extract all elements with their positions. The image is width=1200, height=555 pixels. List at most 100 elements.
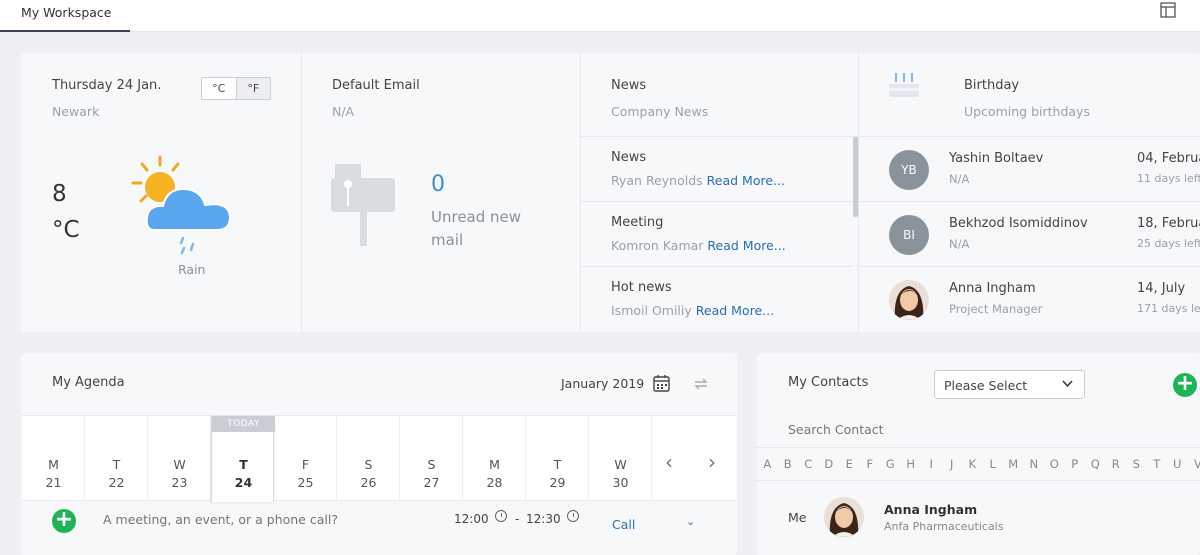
letter-p[interactable]: P (1065, 448, 1086, 480)
news-item-title: Hot news (611, 280, 672, 295)
day-cell[interactable]: M 21 (22, 416, 85, 502)
letter-r[interactable]: R (1106, 448, 1127, 480)
birthday-date: 18, February (1137, 216, 1200, 231)
unit-toggle: °C °F (201, 77, 271, 100)
birthday-days-left: 11 days left (1137, 172, 1200, 185)
letter-v[interactable]: V (1188, 448, 1200, 480)
next-week-chevron-icon[interactable]: › (708, 450, 716, 474)
birthday-cake-icon (889, 73, 919, 97)
day-cell[interactable]: W 23 (148, 416, 211, 502)
temperature-value: 8 (52, 181, 67, 207)
add-agenda-button[interactable]: + (52, 509, 76, 533)
unread-mail-label: Unread new mail (431, 208, 522, 249)
letter-q[interactable]: Q (1085, 448, 1106, 480)
birthday-date: 14, July (1137, 281, 1186, 296)
agenda-title: My Agenda (52, 375, 125, 390)
letter-f[interactable]: F (860, 448, 881, 480)
birthday-subtitle: Upcoming birthdays (964, 104, 1090, 119)
add-contact-button[interactable]: + (1173, 373, 1197, 397)
news-item-author: Ryan Reynolds (611, 173, 703, 188)
alphabet-filter: A B C D E F G H I J K L M N O P Q R S T … (757, 447, 1200, 481)
me-name[interactable]: Anna Ingham (884, 502, 977, 517)
layout-icon[interactable] (1160, 2, 1176, 18)
day-cell[interactable]: W 30 (589, 416, 652, 502)
agenda-input[interactable] (103, 512, 423, 527)
avatar: BI (889, 215, 929, 255)
letter-a[interactable]: A (757, 448, 778, 480)
birthday-days-left: 25 days left (1137, 237, 1200, 250)
news-scrollbar[interactable] (853, 137, 858, 217)
mailbox-icon (331, 164, 395, 246)
read-more-link[interactable]: Read More... (707, 173, 785, 188)
letter-i[interactable]: I (921, 448, 942, 480)
top-bar: My Workspace (0, 0, 1200, 32)
letter-e[interactable]: E (839, 448, 860, 480)
day-cell[interactable]: T 22 (85, 416, 148, 502)
search-contact-input[interactable] (788, 422, 1168, 437)
celsius-button[interactable]: °C (202, 78, 237, 99)
event-type-select[interactable]: Call ⌄ (612, 515, 700, 532)
letter-s[interactable]: S (1126, 448, 1147, 480)
news-item-author: Komron Kamar (611, 238, 704, 253)
day-cell[interactable]: F 25 (274, 416, 337, 502)
day-cell-today[interactable]: TODAY T 24 (211, 416, 275, 502)
birthday-row[interactable]: YB Yashin Boltaev N/A 04, February 11 da… (859, 137, 1200, 202)
letter-b[interactable]: B (778, 448, 799, 480)
day-cell[interactable]: S 26 (337, 416, 400, 502)
day-cell[interactable]: M 28 (463, 416, 526, 502)
temperature: 8 °C (52, 176, 80, 248)
me-label: Me (788, 510, 807, 525)
end-clock-icon[interactable] (567, 510, 579, 522)
calendar-icon[interactable] (653, 374, 670, 392)
tab-my-workspace[interactable]: My Workspace (0, 0, 130, 32)
read-more-link[interactable]: Read More... (696, 303, 774, 318)
agenda-month: January 2019 (561, 376, 645, 391)
start-time[interactable]: 12:00 (454, 512, 489, 526)
letter-l[interactable]: L (983, 448, 1004, 480)
birthday-role: N/A (949, 237, 970, 251)
refresh-icon[interactable] (692, 375, 710, 393)
birthday-name: Anna Ingham (949, 281, 1036, 296)
letter-o[interactable]: O (1044, 448, 1065, 480)
news-item: News Ryan Reynolds Read More... (581, 137, 853, 202)
letter-u[interactable]: U (1167, 448, 1188, 480)
birthday-name: Bekhzod Isomiddinov (949, 216, 1088, 231)
time-separator: - (515, 512, 520, 526)
avatar-photo (889, 280, 929, 320)
me-company: Anfa Pharmaceuticals (884, 520, 1004, 533)
prev-week-chevron-icon[interactable]: ‹ (665, 450, 673, 474)
letter-k[interactable]: K (962, 448, 983, 480)
letter-h[interactable]: H (901, 448, 922, 480)
fahrenheit-button[interactable]: °F (236, 78, 270, 99)
letter-t[interactable]: T (1147, 448, 1168, 480)
letter-c[interactable]: C (798, 448, 819, 480)
letter-d[interactable]: D (819, 448, 840, 480)
birthday-role: Project Manager (949, 302, 1043, 316)
unread-mail-count[interactable]: 0 (431, 172, 445, 197)
start-clock-icon[interactable] (495, 510, 507, 522)
birthday-title: Birthday (964, 78, 1020, 93)
temperature-unit: °C (52, 217, 80, 243)
letter-n[interactable]: N (1024, 448, 1045, 480)
contacts-filter-value: Please Select (944, 378, 1028, 393)
read-more-link[interactable]: Read More... (707, 238, 785, 253)
day-cell[interactable]: S 27 (400, 416, 463, 502)
letter-m[interactable]: M (1003, 448, 1024, 480)
rain-weather-icon (131, 155, 232, 255)
today-badge: TODAY (212, 416, 275, 432)
end-time[interactable]: 12:30 (526, 512, 561, 526)
news-title: News (611, 78, 647, 93)
birthday-date: 04, February (1137, 151, 1200, 166)
birthday-row[interactable]: Anna Ingham Project Manager 14, July 171… (859, 267, 1200, 332)
weather-condition: Rain (178, 262, 206, 277)
contacts-filter-select[interactable]: Please Select (934, 370, 1085, 399)
week-strip: M 21 T 22 W 23 TODAY T 24 F 25 S 26 S 27 M 28 T2… (22, 415, 736, 502)
birthday-row[interactable]: BI Bekhzod Isomiddinov N/A 18, February … (859, 202, 1200, 267)
letter-j[interactable]: J (942, 448, 963, 480)
letter-g[interactable]: G (880, 448, 901, 480)
weather-date: Thursday 24 Jan. (52, 78, 162, 93)
day-cell[interactable]: T 29 (526, 416, 589, 502)
birthday-name: Yashin Boltaev (949, 151, 1044, 166)
chevron-down-icon (1062, 380, 1073, 388)
contacts-title: My Contacts (788, 375, 869, 390)
